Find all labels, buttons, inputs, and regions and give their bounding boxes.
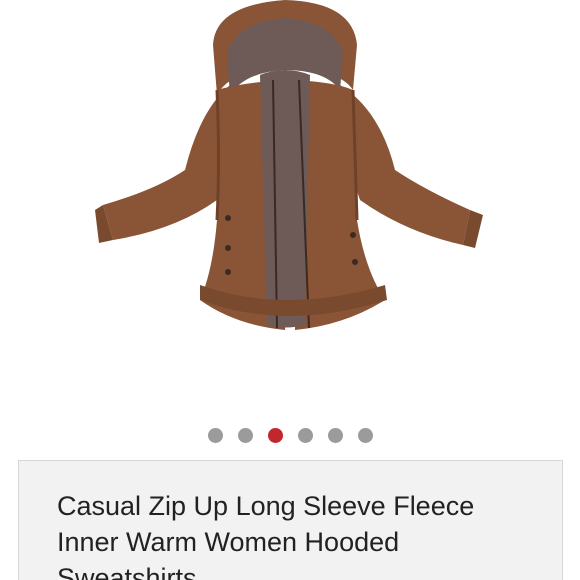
carousel-indicator bbox=[0, 428, 580, 444]
carousel-dot-6[interactable] bbox=[357, 428, 373, 443]
carousel-dot-2[interactable] bbox=[237, 428, 253, 443]
product-info-card: Casual Zip Up Long Sleeve Fleece Inner W… bbox=[18, 460, 563, 580]
product-title: Casual Zip Up Long Sleeve Fleece Inner W… bbox=[57, 491, 475, 580]
carousel-dot-3[interactable] bbox=[267, 428, 283, 443]
carousel-dot-4[interactable] bbox=[297, 428, 313, 443]
carousel-dot-5[interactable] bbox=[327, 428, 343, 443]
carousel-dot-1[interactable] bbox=[207, 428, 223, 443]
product-page: Casual Zip Up Long Sleeve Fleece Inner W… bbox=[0, 0, 580, 580]
product-photo[interactable] bbox=[95, 0, 485, 345]
product-image-gallery[interactable] bbox=[0, 0, 580, 415]
